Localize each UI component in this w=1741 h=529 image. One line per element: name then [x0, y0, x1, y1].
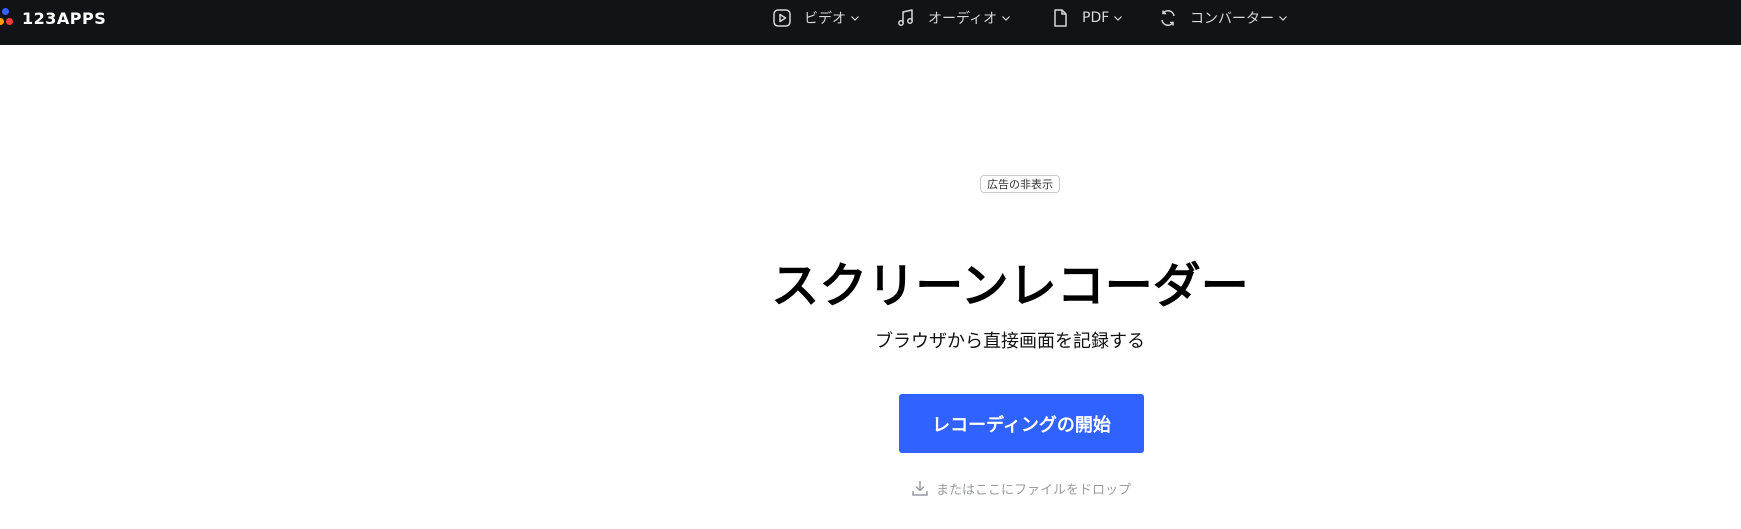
logo-dot-blue — [2, 8, 9, 15]
nav-item-audio[interactable]: オーディオ — [896, 0, 1011, 36]
start-recording-button[interactable]: レコーディングの開始 — [899, 394, 1144, 453]
nav-item-label: PDF — [1082, 10, 1110, 26]
drop-text: またはここにファイルをドロップ — [936, 482, 1132, 498]
nav-item-label: コンバーター — [1190, 11, 1274, 27]
logo-dot-red — [6, 18, 13, 25]
logo-text: 123APPS — [22, 8, 107, 28]
logo-dot-orange — [0, 18, 4, 25]
logo-mark — [0, 8, 18, 28]
hide-ads-button[interactable]: 広告の非表示 — [980, 175, 1060, 193]
nav-item-converter[interactable]: コンバーター — [1158, 0, 1288, 36]
chevron-down-icon — [1114, 16, 1123, 21]
document-icon — [1054, 9, 1067, 27]
nav-item-video[interactable]: ビデオ — [772, 0, 860, 36]
chevron-down-icon — [1002, 16, 1010, 21]
page-subtitle: ブラウザから直接画面を記録する — [875, 331, 1145, 352]
chevron-down-icon — [1279, 16, 1287, 21]
nav-item-label: オーディオ — [928, 11, 998, 27]
download-icon — [912, 481, 928, 496]
nav-item-pdf[interactable]: PDF — [1050, 0, 1123, 36]
convert-icon — [1161, 10, 1175, 26]
page-title: スクリーンレコーダー — [771, 258, 1249, 314]
chevron-down-icon — [851, 16, 859, 21]
music-note-icon — [898, 9, 913, 26]
logo[interactable]: 123APPS — [0, 8, 106, 28]
nav-item-label: ビデオ — [804, 11, 846, 27]
top-navigation-bar: 123APPS ビデオ オーディオ PDF コンバーター — [0, 0, 1741, 45]
file-drop-hint[interactable]: またはここにファイルをドロップ — [910, 478, 1131, 498]
play-icon — [773, 9, 791, 27]
